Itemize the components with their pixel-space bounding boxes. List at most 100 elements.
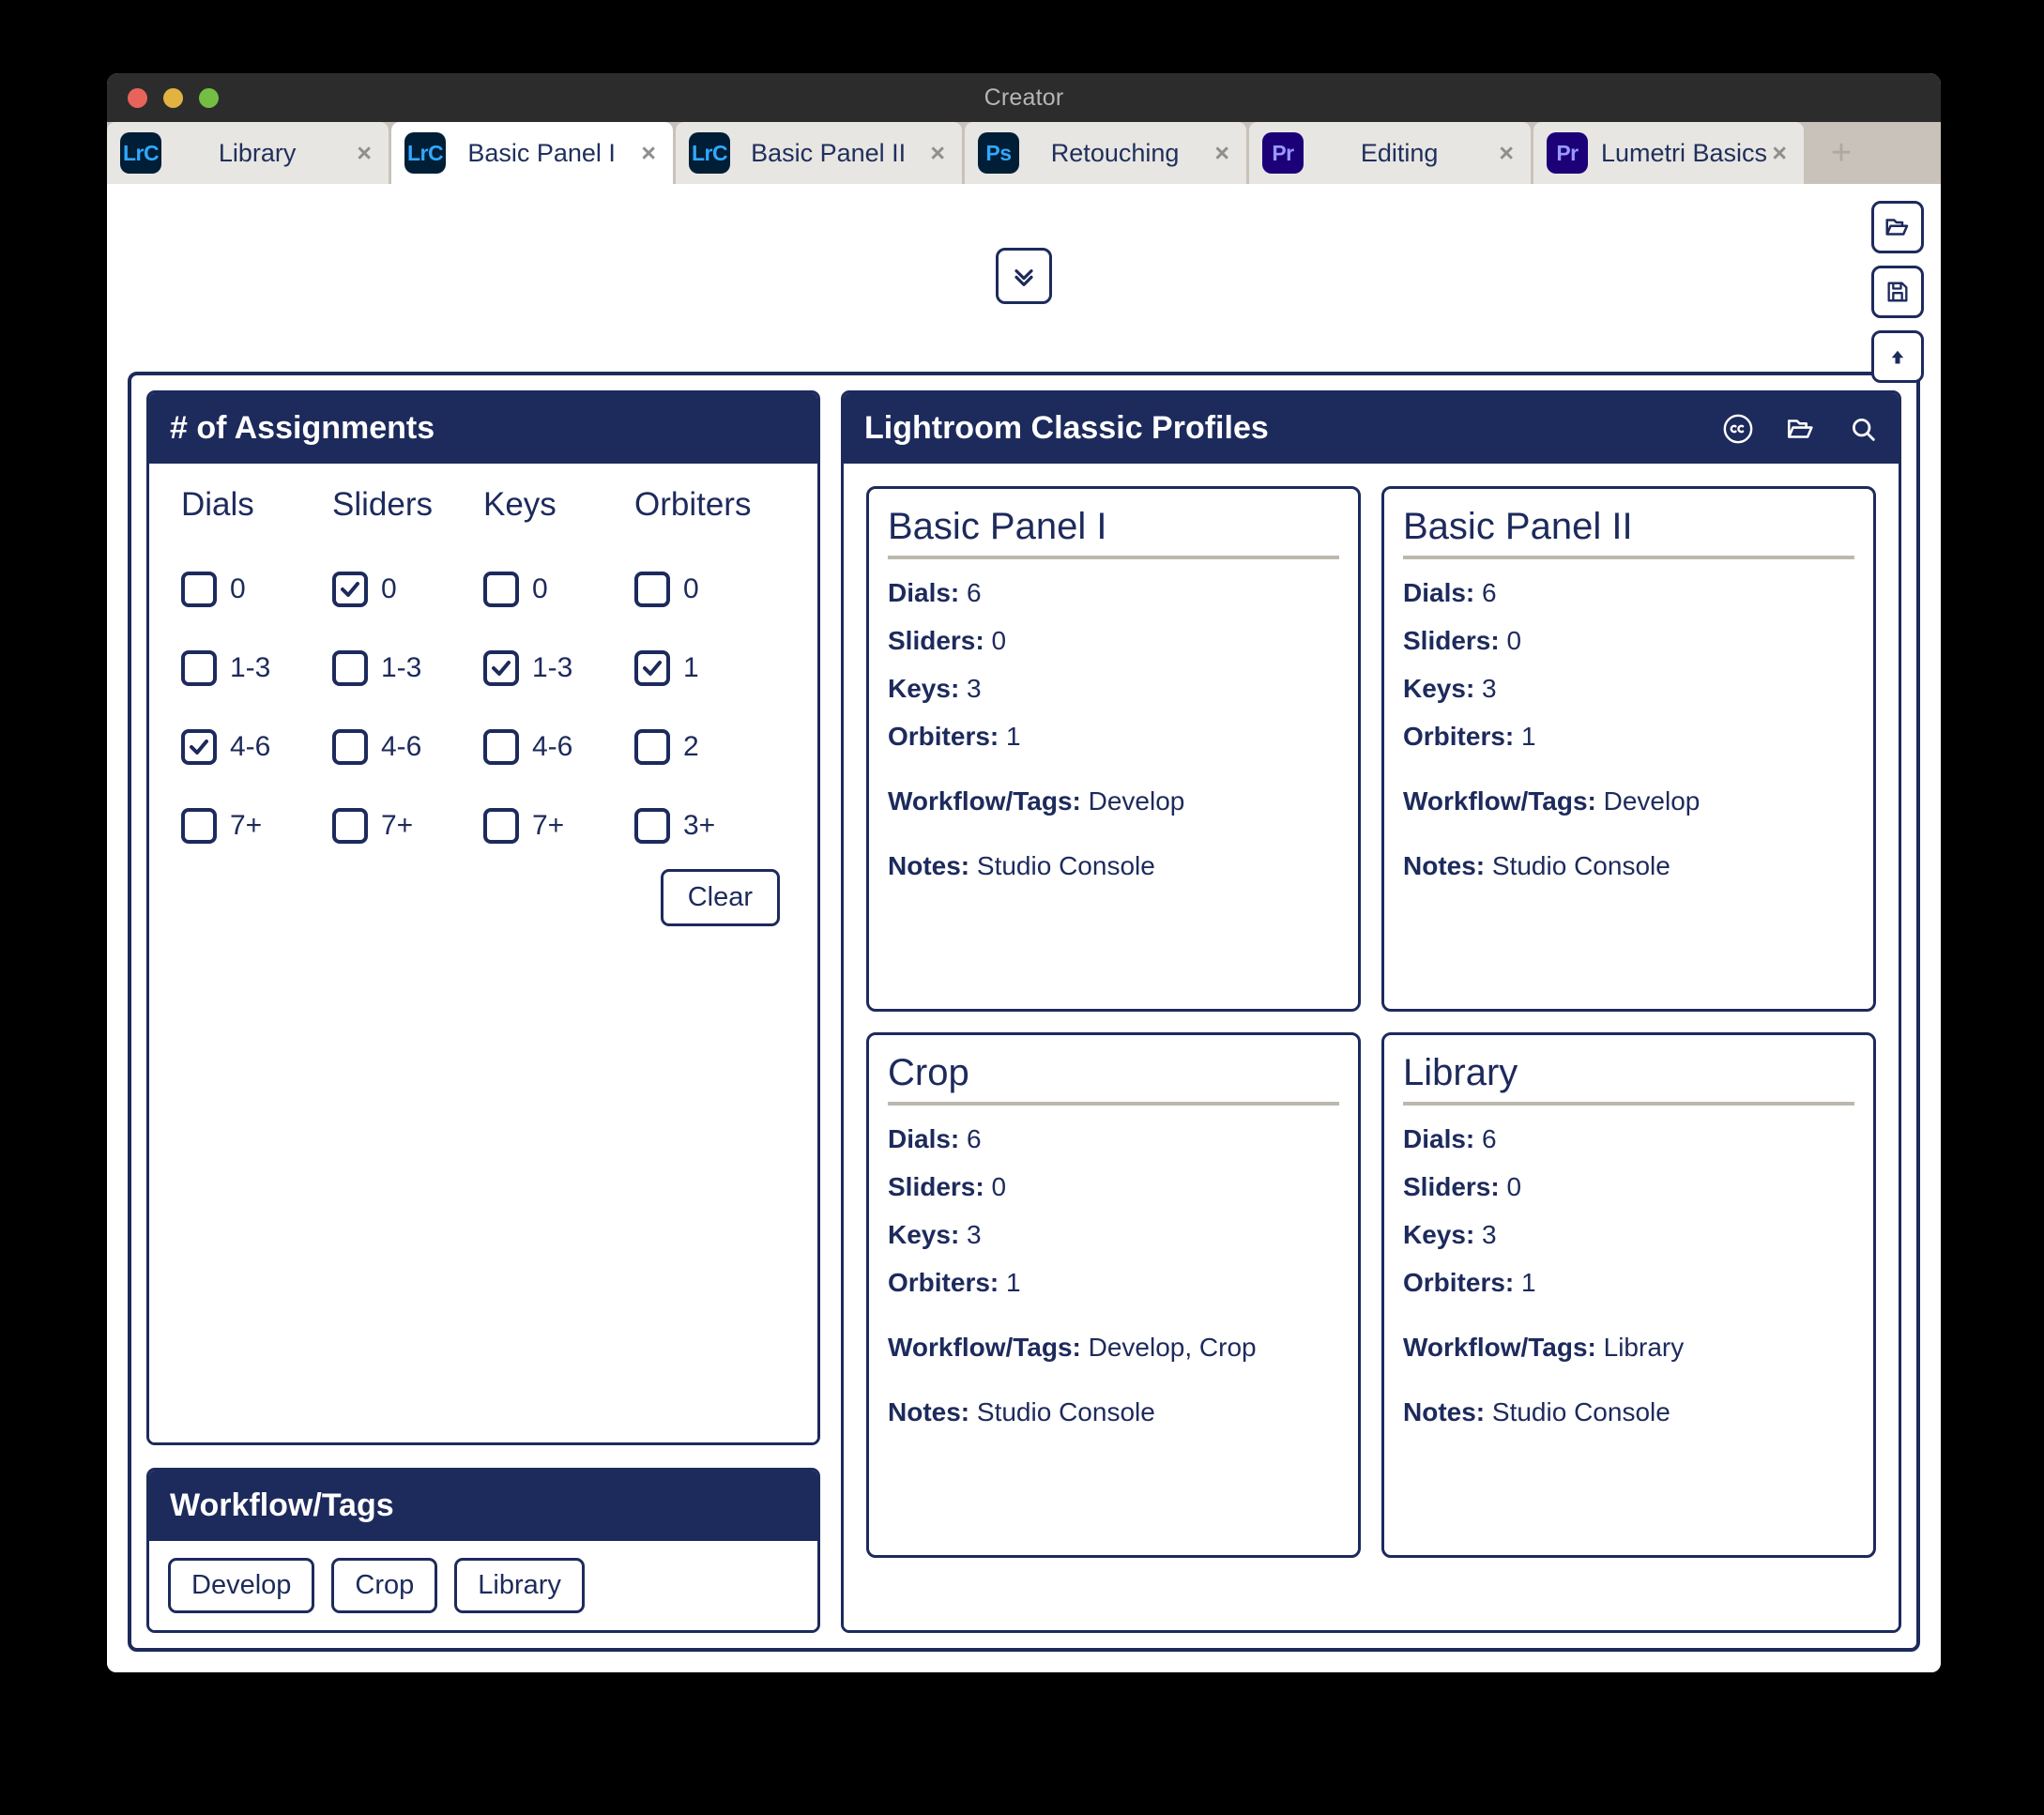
close-window-button[interactable]: [128, 87, 147, 108]
checkbox-keys-4-6[interactable]: [483, 729, 519, 765]
checkbox-orbiters-0[interactable]: [634, 572, 670, 607]
collapse-toggle-button[interactable]: [996, 248, 1052, 304]
tab-close-icon[interactable]: ×: [1211, 140, 1233, 166]
search-icon[interactable]: [1848, 414, 1878, 444]
tag-chip-develop[interactable]: Develop: [168, 1558, 315, 1613]
profiles-header-icons: [1722, 413, 1878, 445]
field-value: 1: [1006, 1267, 1021, 1297]
lightroom-classic-icon: LrC: [120, 132, 161, 174]
profiles-column: Lightroom Classic Profiles Basic Panel I…: [841, 390, 1901, 1633]
checkbox-orbiters-3plus[interactable]: [634, 808, 670, 844]
tab-strip: LrC Library × LrC Basic Panel I × LrC Ba…: [107, 122, 1941, 184]
tag-chip-library[interactable]: Library: [454, 1558, 585, 1613]
new-tab-button[interactable]: +: [1807, 122, 1876, 184]
field-value: 0: [1506, 625, 1522, 655]
checkbox-sliders-0[interactable]: [332, 572, 368, 607]
checkbox-sliders-7plus[interactable]: [332, 808, 368, 844]
assignments-panel-header: # of Assignments: [149, 393, 817, 464]
profile-card-library[interactable]: Library Dials: 6 Sliders: 0 Keys: 3 Orbi…: [1381, 1032, 1876, 1558]
checkbox-row[interactable]: 1-3: [483, 629, 634, 708]
open-file-button[interactable]: [1871, 201, 1924, 253]
creative-commons-icon[interactable]: [1722, 413, 1754, 445]
column-header-orbiters: Orbiters: [634, 486, 752, 523]
profile-card-basic-panel-ii[interactable]: Basic Panel II Dials: 6 Sliders: 0 Keys:…: [1381, 486, 1876, 1012]
tab-label: Editing: [1360, 138, 1439, 167]
card-field-dials: Dials: 6: [888, 1122, 1339, 1157]
checkbox-row[interactable]: 1-3: [181, 629, 332, 708]
field-label: Keys:: [1403, 673, 1475, 703]
checkbox-keys-1-3[interactable]: [483, 650, 519, 686]
checkbox-label: 0: [532, 573, 548, 604]
traffic-lights: [128, 73, 219, 122]
checkbox-dials-0[interactable]: [181, 572, 217, 607]
tab-retouching[interactable]: Ps Retouching ×: [965, 122, 1246, 184]
checkbox-keys-0[interactable]: [483, 572, 519, 607]
tab-editing[interactable]: Pr Editing ×: [1249, 122, 1531, 184]
profile-card-basic-panel-i[interactable]: Basic Panel I Dials: 6 Sliders: 0 Keys: …: [866, 486, 1361, 1012]
field-value: 0: [1506, 1171, 1522, 1201]
clear-filters-button[interactable]: Clear: [660, 869, 780, 926]
tab-basic-panel-i[interactable]: LrC Basic Panel I ×: [391, 122, 673, 184]
checkbox-row[interactable]: 1-3: [332, 629, 483, 708]
tab-close-icon[interactable]: ×: [926, 140, 949, 166]
column-header-sliders: Sliders: [332, 486, 433, 523]
field-value: 1: [1521, 1267, 1536, 1297]
assignments-panel: # of Assignments Dials 0 1-3 4-6 7+ Slid…: [146, 390, 820, 1445]
checkbox-orbiters-2[interactable]: [634, 729, 670, 765]
checkbox-row[interactable]: 3+: [634, 786, 786, 865]
cloud-upload-button[interactable]: [1871, 330, 1924, 383]
field-label: Workflow/Tags:: [888, 1332, 1081, 1362]
app-window: Creator LrC Library × LrC Basic Panel I …: [107, 73, 1941, 1672]
field-label: Sliders:: [1403, 625, 1500, 655]
open-folder-icon[interactable]: [1785, 413, 1817, 445]
checkbox-row[interactable]: 4-6: [181, 708, 332, 786]
field-label: Sliders:: [888, 1171, 984, 1201]
checkbox-row[interactable]: 0: [483, 550, 634, 629]
cloud-upload-icon: [1891, 350, 1904, 364]
checkbox-label: 0: [683, 573, 699, 604]
field-label: Orbiters:: [888, 1267, 999, 1297]
card-field-keys: Keys: 3: [888, 1218, 1339, 1253]
check-icon: [341, 582, 359, 597]
field-value: Develop: [1088, 785, 1185, 816]
profile-card-crop[interactable]: Crop Dials: 6 Sliders: 0 Keys: 3 Orbiter…: [866, 1032, 1361, 1558]
checkbox-row[interactable]: 0: [634, 550, 786, 629]
checkbox-keys-7plus[interactable]: [483, 808, 519, 844]
field-value: 1: [1521, 721, 1536, 751]
checkbox-sliders-4-6[interactable]: [332, 729, 368, 765]
checkbox-row[interactable]: 4-6: [483, 708, 634, 786]
checkbox-dials-7plus[interactable]: [181, 808, 217, 844]
checkbox-orbiters-1[interactable]: [634, 650, 670, 686]
checkbox-row[interactable]: 2: [634, 708, 786, 786]
checkbox-dials-1-3[interactable]: [181, 650, 217, 686]
lightroom-classic-icon: LrC: [689, 132, 730, 174]
field-value: 6: [967, 1124, 982, 1153]
card-field-keys: Keys: 3: [1403, 672, 1854, 707]
checkbox-label: 1: [683, 652, 699, 683]
save-file-button[interactable]: [1871, 266, 1924, 318]
checkbox-dials-4-6[interactable]: [181, 729, 217, 765]
checkbox-row[interactable]: 0: [332, 550, 483, 629]
profiles-panel-header: Lightroom Classic Profiles: [844, 393, 1899, 464]
card-field-sliders: Sliders: 0: [888, 1170, 1339, 1205]
checkbox-row[interactable]: 7+: [181, 786, 332, 865]
tab-library[interactable]: LrC Library ×: [107, 122, 389, 184]
checkbox-row[interactable]: 1: [634, 629, 786, 708]
tab-close-icon[interactable]: ×: [637, 140, 660, 166]
checkbox-row[interactable]: 7+: [483, 786, 634, 865]
checkbox-row[interactable]: 4-6: [332, 708, 483, 786]
tab-close-icon[interactable]: ×: [1495, 140, 1518, 166]
checkbox-row[interactable]: 0: [181, 550, 332, 629]
checkbox-sliders-1-3[interactable]: [332, 650, 368, 686]
checkbox-row[interactable]: 7+: [332, 786, 483, 865]
tab-close-icon[interactable]: ×: [1768, 140, 1791, 166]
main-frame: # of Assignments Dials 0 1-3 4-6 7+ Slid…: [128, 372, 1920, 1652]
window-title: Creator: [984, 84, 1064, 111]
minimize-window-button[interactable]: [163, 87, 183, 108]
tab-lumetri-basics[interactable]: Pr Lumetri Basics ×: [1533, 122, 1804, 184]
maximize-window-button[interactable]: [199, 87, 219, 108]
tab-close-icon[interactable]: ×: [353, 140, 375, 166]
tab-label: Basic Panel II: [751, 138, 907, 167]
tag-chip-crop[interactable]: Crop: [331, 1558, 438, 1613]
tab-basic-panel-ii[interactable]: LrC Basic Panel II ×: [676, 122, 962, 184]
